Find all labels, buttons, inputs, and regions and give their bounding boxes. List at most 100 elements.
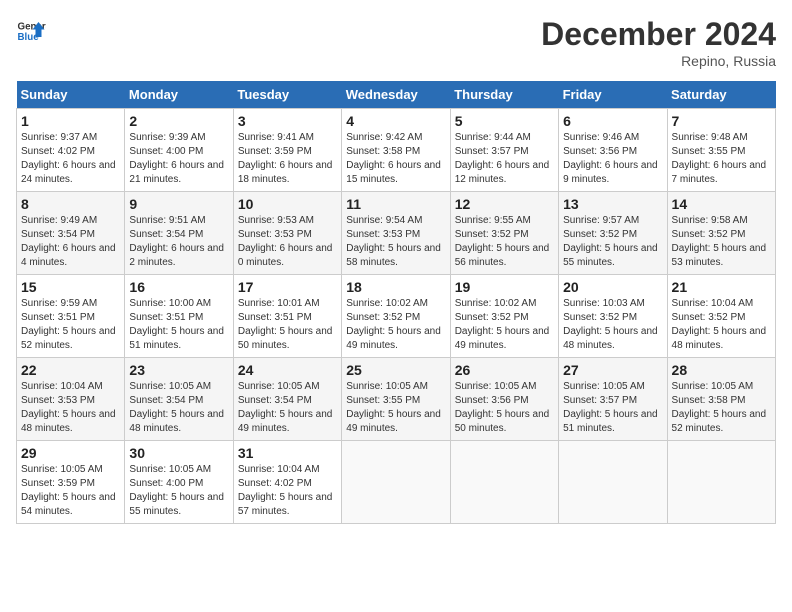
calendar-cell xyxy=(667,441,775,524)
calendar-cell: 21 Sunrise: 10:04 AM Sunset: 3:52 PM Day… xyxy=(667,275,775,358)
day-number: 2 xyxy=(129,113,228,129)
day-number: 19 xyxy=(455,279,554,295)
day-info: Sunrise: 9:44 AM Sunset: 3:57 PM Dayligh… xyxy=(455,131,554,187)
day-info: Sunrise: 9:37 AM Sunset: 4:02 PM Dayligh… xyxy=(21,131,120,187)
day-info: Sunrise: 9:54 AM Sunset: 3:53 PM Dayligh… xyxy=(346,214,445,270)
location-subtitle: Repino, Russia xyxy=(541,53,776,69)
calendar-cell: 23 Sunrise: 10:05 AM Sunset: 3:54 PM Day… xyxy=(125,358,233,441)
day-number: 24 xyxy=(238,362,337,378)
day-number: 6 xyxy=(563,113,662,129)
calendar-table: SundayMondayTuesdayWednesdayThursdayFrid… xyxy=(16,81,776,524)
day-number: 14 xyxy=(672,196,771,212)
calendar-cell: 1 Sunrise: 9:37 AM Sunset: 4:02 PM Dayli… xyxy=(17,109,125,192)
weekday-header-wednesday: Wednesday xyxy=(342,81,450,109)
weekday-header-sunday: Sunday xyxy=(17,81,125,109)
day-info: Sunrise: 9:59 AM Sunset: 3:51 PM Dayligh… xyxy=(21,297,120,353)
calendar-cell: 18 Sunrise: 10:02 AM Sunset: 3:52 PM Day… xyxy=(342,275,450,358)
logo-icon: General Blue xyxy=(16,16,46,46)
day-number: 31 xyxy=(238,445,337,461)
calendar-cell: 26 Sunrise: 10:05 AM Sunset: 3:56 PM Day… xyxy=(450,358,558,441)
day-info: Sunrise: 10:02 AM Sunset: 3:52 PM Daylig… xyxy=(346,297,445,353)
weekday-header-friday: Friday xyxy=(559,81,667,109)
calendar-cell: 9 Sunrise: 9:51 AM Sunset: 3:54 PM Dayli… xyxy=(125,192,233,275)
calendar-cell: 8 Sunrise: 9:49 AM Sunset: 3:54 PM Dayli… xyxy=(17,192,125,275)
day-number: 11 xyxy=(346,196,445,212)
day-info: Sunrise: 9:58 AM Sunset: 3:52 PM Dayligh… xyxy=(672,214,771,270)
day-number: 1 xyxy=(21,113,120,129)
day-info: Sunrise: 9:51 AM Sunset: 3:54 PM Dayligh… xyxy=(129,214,228,270)
calendar-cell: 15 Sunrise: 9:59 AM Sunset: 3:51 PM Dayl… xyxy=(17,275,125,358)
calendar-cell: 3 Sunrise: 9:41 AM Sunset: 3:59 PM Dayli… xyxy=(233,109,341,192)
day-number: 22 xyxy=(21,362,120,378)
calendar-cell: 27 Sunrise: 10:05 AM Sunset: 3:57 PM Day… xyxy=(559,358,667,441)
day-number: 7 xyxy=(672,113,771,129)
day-number: 10 xyxy=(238,196,337,212)
calendar-cell: 4 Sunrise: 9:42 AM Sunset: 3:58 PM Dayli… xyxy=(342,109,450,192)
day-info: Sunrise: 10:01 AM Sunset: 3:51 PM Daylig… xyxy=(238,297,337,353)
day-info: Sunrise: 9:49 AM Sunset: 3:54 PM Dayligh… xyxy=(21,214,120,270)
day-number: 16 xyxy=(129,279,228,295)
day-info: Sunrise: 10:05 AM Sunset: 3:59 PM Daylig… xyxy=(21,463,120,519)
weekday-header-monday: Monday xyxy=(125,81,233,109)
calendar-cell xyxy=(559,441,667,524)
day-info: Sunrise: 10:00 AM Sunset: 3:51 PM Daylig… xyxy=(129,297,228,353)
day-info: Sunrise: 9:39 AM Sunset: 4:00 PM Dayligh… xyxy=(129,131,228,187)
day-info: Sunrise: 10:05 AM Sunset: 4:00 PM Daylig… xyxy=(129,463,228,519)
calendar-cell: 31 Sunrise: 10:04 AM Sunset: 4:02 PM Day… xyxy=(233,441,341,524)
day-info: Sunrise: 10:05 AM Sunset: 3:58 PM Daylig… xyxy=(672,380,771,436)
day-number: 13 xyxy=(563,196,662,212)
week-row-2: 8 Sunrise: 9:49 AM Sunset: 3:54 PM Dayli… xyxy=(17,192,776,275)
day-info: Sunrise: 10:05 AM Sunset: 3:56 PM Daylig… xyxy=(455,380,554,436)
day-info: Sunrise: 9:42 AM Sunset: 3:58 PM Dayligh… xyxy=(346,131,445,187)
calendar-cell: 24 Sunrise: 10:05 AM Sunset: 3:54 PM Day… xyxy=(233,358,341,441)
weekday-header-thursday: Thursday xyxy=(450,81,558,109)
title-section: December 2024 Repino, Russia xyxy=(541,16,776,69)
day-info: Sunrise: 10:04 AM Sunset: 3:52 PM Daylig… xyxy=(672,297,771,353)
day-info: Sunrise: 9:57 AM Sunset: 3:52 PM Dayligh… xyxy=(563,214,662,270)
calendar-cell: 25 Sunrise: 10:05 AM Sunset: 3:55 PM Day… xyxy=(342,358,450,441)
day-info: Sunrise: 10:05 AM Sunset: 3:54 PM Daylig… xyxy=(129,380,228,436)
day-number: 21 xyxy=(672,279,771,295)
calendar-cell: 28 Sunrise: 10:05 AM Sunset: 3:58 PM Day… xyxy=(667,358,775,441)
calendar-cell: 22 Sunrise: 10:04 AM Sunset: 3:53 PM Day… xyxy=(17,358,125,441)
day-info: Sunrise: 10:05 AM Sunset: 3:54 PM Daylig… xyxy=(238,380,337,436)
day-info: Sunrise: 9:41 AM Sunset: 3:59 PM Dayligh… xyxy=(238,131,337,187)
day-number: 29 xyxy=(21,445,120,461)
day-info: Sunrise: 10:05 AM Sunset: 3:55 PM Daylig… xyxy=(346,380,445,436)
calendar-cell: 19 Sunrise: 10:02 AM Sunset: 3:52 PM Day… xyxy=(450,275,558,358)
day-number: 3 xyxy=(238,113,337,129)
day-info: Sunrise: 9:48 AM Sunset: 3:55 PM Dayligh… xyxy=(672,131,771,187)
calendar-cell: 13 Sunrise: 9:57 AM Sunset: 3:52 PM Dayl… xyxy=(559,192,667,275)
month-year-title: December 2024 xyxy=(541,16,776,53)
day-number: 18 xyxy=(346,279,445,295)
day-info: Sunrise: 9:55 AM Sunset: 3:52 PM Dayligh… xyxy=(455,214,554,270)
day-info: Sunrise: 10:05 AM Sunset: 3:57 PM Daylig… xyxy=(563,380,662,436)
logo: General Blue xyxy=(16,16,46,46)
calendar-cell: 16 Sunrise: 10:00 AM Sunset: 3:51 PM Day… xyxy=(125,275,233,358)
day-number: 28 xyxy=(672,362,771,378)
calendar-cell: 7 Sunrise: 9:48 AM Sunset: 3:55 PM Dayli… xyxy=(667,109,775,192)
day-info: Sunrise: 9:46 AM Sunset: 3:56 PM Dayligh… xyxy=(563,131,662,187)
day-info: Sunrise: 10:04 AM Sunset: 3:53 PM Daylig… xyxy=(21,380,120,436)
week-row-3: 15 Sunrise: 9:59 AM Sunset: 3:51 PM Dayl… xyxy=(17,275,776,358)
day-number: 25 xyxy=(346,362,445,378)
day-number: 15 xyxy=(21,279,120,295)
day-info: Sunrise: 10:03 AM Sunset: 3:52 PM Daylig… xyxy=(563,297,662,353)
day-info: Sunrise: 10:02 AM Sunset: 3:52 PM Daylig… xyxy=(455,297,554,353)
calendar-cell: 5 Sunrise: 9:44 AM Sunset: 3:57 PM Dayli… xyxy=(450,109,558,192)
calendar-cell: 20 Sunrise: 10:03 AM Sunset: 3:52 PM Day… xyxy=(559,275,667,358)
calendar-cell: 30 Sunrise: 10:05 AM Sunset: 4:00 PM Day… xyxy=(125,441,233,524)
calendar-cell: 29 Sunrise: 10:05 AM Sunset: 3:59 PM Day… xyxy=(17,441,125,524)
day-number: 4 xyxy=(346,113,445,129)
weekday-header-tuesday: Tuesday xyxy=(233,81,341,109)
day-number: 27 xyxy=(563,362,662,378)
week-row-4: 22 Sunrise: 10:04 AM Sunset: 3:53 PM Day… xyxy=(17,358,776,441)
week-row-1: 1 Sunrise: 9:37 AM Sunset: 4:02 PM Dayli… xyxy=(17,109,776,192)
calendar-cell: 6 Sunrise: 9:46 AM Sunset: 3:56 PM Dayli… xyxy=(559,109,667,192)
calendar-cell xyxy=(450,441,558,524)
day-number: 12 xyxy=(455,196,554,212)
day-number: 9 xyxy=(129,196,228,212)
calendar-cell: 2 Sunrise: 9:39 AM Sunset: 4:00 PM Dayli… xyxy=(125,109,233,192)
weekday-header-row: SundayMondayTuesdayWednesdayThursdayFrid… xyxy=(17,81,776,109)
calendar-cell: 14 Sunrise: 9:58 AM Sunset: 3:52 PM Dayl… xyxy=(667,192,775,275)
